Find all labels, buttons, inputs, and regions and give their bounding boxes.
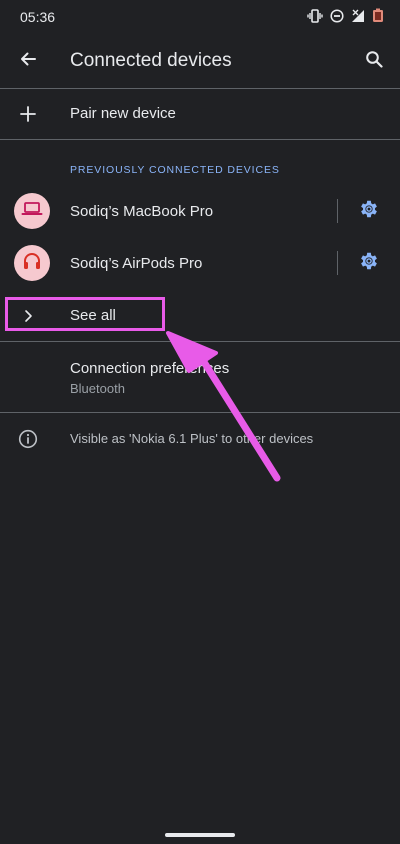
connection-preferences-row[interactable]: Connection preferences Bluetooth — [0, 342, 400, 412]
gear-icon — [358, 198, 380, 225]
headphones-icon — [22, 251, 42, 276]
do-not-disturb-icon — [330, 8, 344, 23]
device-name: Sodiq’s AirPods Pro — [70, 255, 203, 272]
status-bar: 05:36 — [0, 0, 400, 34]
annotation-highlight-box — [5, 297, 165, 331]
device-name: Sodiq’s MacBook Pro — [70, 203, 214, 220]
device-avatar — [14, 193, 50, 229]
visibility-info-text: Visible as 'Nokia 6.1 Plus' to other dev… — [70, 431, 314, 446]
plus-icon — [14, 100, 42, 128]
no-signal-icon — [351, 9, 365, 23]
status-icons — [307, 8, 384, 23]
pair-new-device-label: Pair new device — [70, 105, 176, 122]
search-icon — [365, 50, 383, 73]
connection-preferences-subtitle: Bluetooth — [70, 381, 125, 396]
info-icon — [14, 425, 42, 453]
vertical-divider — [337, 251, 338, 275]
app-bar: Connected devices — [0, 34, 400, 88]
back-button[interactable] — [14, 47, 42, 75]
divider — [0, 139, 400, 140]
device-row-macbook[interactable]: Sodiq’s MacBook Pro — [0, 186, 400, 236]
pair-new-device-row[interactable]: Pair new device — [0, 89, 400, 139]
status-time: 05:36 — [20, 9, 56, 25]
connection-preferences-title: Connection preferences — [70, 360, 230, 377]
page-title: Connected devices — [70, 50, 232, 71]
vertical-divider — [337, 199, 338, 223]
device-settings-button[interactable] — [357, 251, 381, 275]
divider — [0, 412, 400, 413]
battery-saver-icon — [372, 8, 384, 23]
device-row-airpods[interactable]: Sodiq’s AirPods Pro — [0, 238, 400, 288]
previously-connected-header: PREVIOUSLY CONNECTED DEVICES — [70, 164, 280, 176]
gear-icon — [358, 250, 380, 277]
search-button[interactable] — [360, 47, 388, 75]
laptop-icon — [21, 200, 43, 223]
vibrate-icon — [307, 8, 323, 23]
gesture-nav-handle[interactable] — [165, 833, 235, 837]
device-avatar — [14, 245, 50, 281]
arrow-back-icon — [19, 50, 37, 73]
device-settings-button[interactable] — [357, 199, 381, 223]
